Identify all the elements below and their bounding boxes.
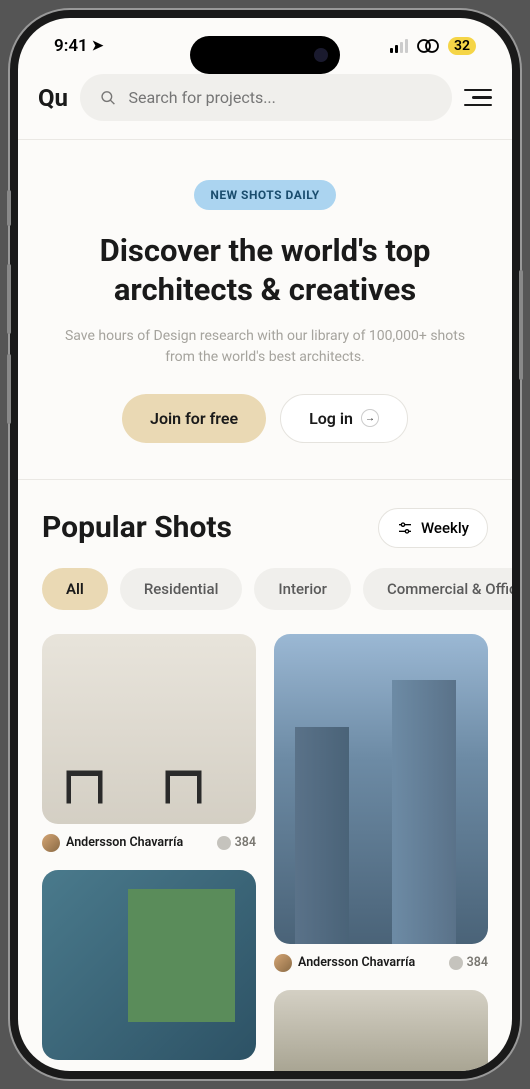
connectivity-icon [416, 38, 440, 54]
arrow-right-icon: → [361, 409, 379, 427]
filter-label: Weekly [421, 519, 469, 537]
login-button[interactable]: Log in → [280, 394, 408, 443]
chip-all[interactable]: All [42, 568, 108, 610]
views-count: 384 [467, 955, 488, 970]
views-icon [449, 956, 463, 970]
author-name: Andersson Chavarría [66, 835, 183, 850]
login-label: Log in [309, 409, 353, 428]
location-icon: ➤ [92, 38, 104, 54]
avatar [42, 1070, 60, 1072]
search-icon [100, 89, 116, 107]
chip-residential[interactable]: Residential [120, 568, 243, 610]
menu-button[interactable] [464, 89, 492, 107]
chip-commercial[interactable]: Commercial & Offices [363, 568, 512, 610]
filter-button[interactable]: Weekly [378, 508, 488, 548]
search-box[interactable] [80, 74, 452, 121]
top-nav: Qu [18, 64, 512, 140]
status-time: 9:41 [54, 36, 88, 56]
hero-title: Discover the world's top architects & cr… [42, 232, 488, 310]
views-count: 384 [235, 835, 256, 850]
author-name: Andersson Chavarría [298, 955, 415, 970]
search-input[interactable] [128, 88, 432, 107]
shot-image [274, 634, 488, 944]
shot-image [42, 870, 256, 1060]
app-logo[interactable]: Qu [38, 84, 68, 112]
shot-card[interactable]: Andersson Chavarría 384 [274, 634, 488, 972]
shot-card[interactable]: Andersson Chavarría 384 [42, 870, 256, 1072]
shot-card[interactable] [274, 990, 488, 1072]
shots-grid: Andersson Chavarría 384 [18, 634, 512, 1072]
chip-interior[interactable]: Interior [254, 568, 351, 610]
avatar [274, 954, 292, 972]
hero-section: NEW SHOTS DAILY Discover the world's top… [18, 140, 512, 480]
device-notch [190, 36, 340, 74]
shot-image [42, 634, 256, 824]
join-button[interactable]: Join for free [122, 394, 266, 443]
shot-card[interactable]: Andersson Chavarría 384 [42, 634, 256, 852]
avatar [42, 834, 60, 852]
battery-indicator: 32 [448, 37, 476, 55]
sliders-icon [397, 520, 413, 536]
views-icon [217, 836, 231, 850]
hero-badge: NEW SHOTS DAILY [194, 180, 335, 210]
hero-description: Save hours of Design research with our l… [42, 326, 488, 368]
shot-image [274, 990, 488, 1072]
signal-icon [390, 39, 408, 53]
section-title: Popular Shots [42, 510, 232, 545]
popular-section: Popular Shots Weekly All Residential Int… [18, 480, 512, 1072]
category-chips: All Residential Interior Commercial & Of… [18, 568, 512, 610]
